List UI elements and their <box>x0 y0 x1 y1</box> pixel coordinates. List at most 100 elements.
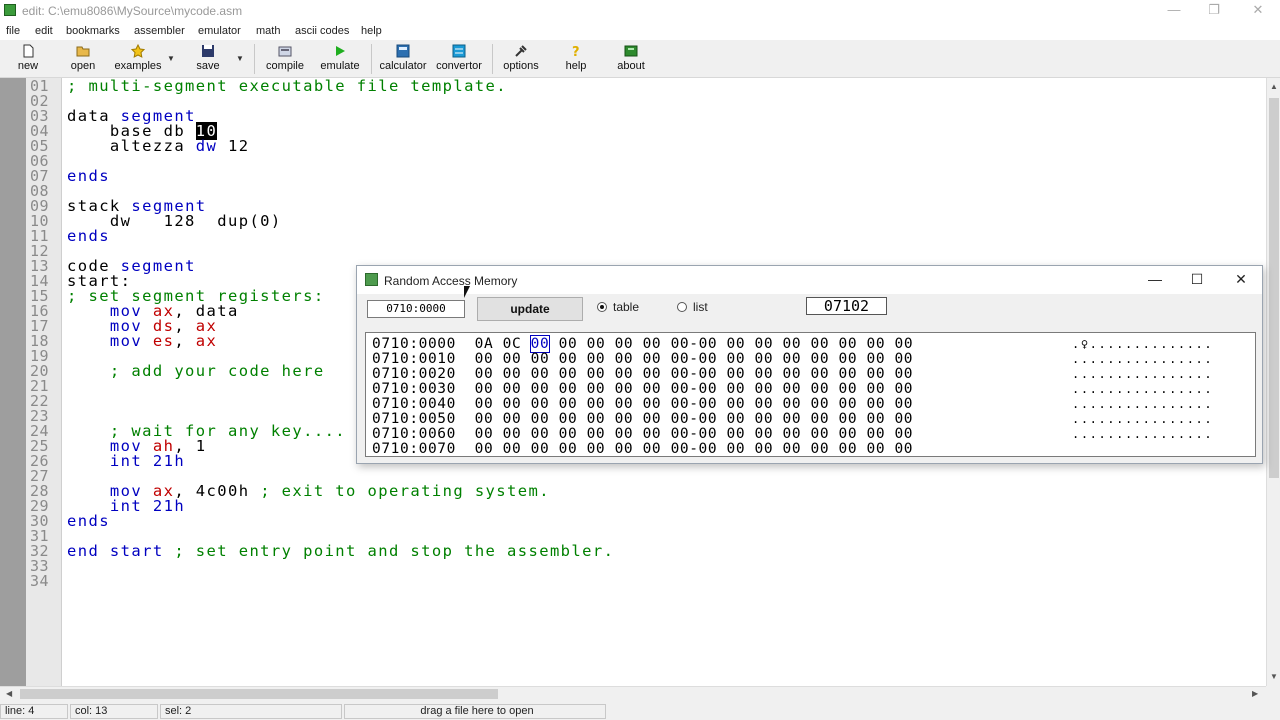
ram-close-button[interactable]: ✕ <box>1221 270 1261 290</box>
ram-window: Random Access Memory — ☐ ✕ 0710:0000 upd… <box>356 265 1263 464</box>
save-button[interactable]: save <box>188 43 228 77</box>
question-mark-icon: ? <box>572 45 580 58</box>
scroll-down-icon[interactable]: ▼ <box>1270 672 1278 681</box>
menu-help[interactable]: help <box>361 25 382 37</box>
about-label: about <box>617 60 645 72</box>
memory-ascii: ................ <box>1072 412 1214 426</box>
emulate-label: emulate <box>320 60 360 72</box>
memory-address: 0710:0050 <box>372 411 456 427</box>
memory-address: 0710:0020 <box>372 366 456 382</box>
memory-bytes: 00 00 00 00 00 00 00 00-00 00 00 00 00 0… <box>474 411 914 427</box>
address-input[interactable]: 0710:0000 <box>367 300 465 318</box>
memory-ascii: ................ <box>1072 397 1214 411</box>
open-button[interactable]: open <box>62 43 104 77</box>
calculator-button[interactable]: calculator <box>376 43 430 77</box>
vertical-scrollbar[interactable]: ▲ ▼ <box>1266 78 1280 686</box>
horizontal-scrollbar[interactable]: ◀ ▶ <box>0 686 1266 700</box>
memory-ascii: ................ <box>1072 382 1214 396</box>
title-bar: edit: C:\emu8086\MySource\mycode.asm — ❐… <box>0 0 1280 22</box>
memory-dump-table[interactable]: 0710:0000 0A 0C 00 00 00 00 00 00-00 00 … <box>365 332 1256 457</box>
options-button[interactable]: options <box>498 43 544 77</box>
help-label: help <box>565 60 587 72</box>
toolbar-separator <box>492 44 493 74</box>
save-dropdown-icon[interactable]: ▼ <box>236 54 244 63</box>
new-file-icon <box>23 44 34 58</box>
memory-bytes: 00 00 00 00 00 00 00 00-00 00 00 00 00 0… <box>474 366 914 382</box>
menu-edit[interactable]: edit <box>35 25 53 37</box>
memory-ascii: ................ <box>1072 427 1214 441</box>
minimize-button[interactable]: — <box>1154 2 1194 20</box>
memory-row: 0710:0030 00 00 00 00 00 00 00 00-00 00 … <box>372 382 913 397</box>
examples-dropdown-icon[interactable]: ▼ <box>167 54 175 63</box>
examples-button[interactable]: examples <box>112 43 164 77</box>
memory-ascii: ................ <box>1072 367 1214 381</box>
vertical-scroll-thumb[interactable] <box>1269 98 1279 478</box>
code-token: , <box>174 332 196 350</box>
toolbar-separator <box>254 44 255 74</box>
emulate-button[interactable]: emulate <box>316 43 364 77</box>
gutter-stripe <box>0 78 26 686</box>
compile-button[interactable]: compile <box>262 43 308 77</box>
ram-maximize-button[interactable]: ☐ <box>1177 270 1217 290</box>
memory-address: 0710:0070 <box>372 441 456 457</box>
new-button[interactable]: new <box>10 43 46 77</box>
about-icon <box>624 45 638 57</box>
svg-text:?: ? <box>572 45 580 58</box>
toolbar: new open examples ▼ save ▼ compile emula… <box>0 40 1280 78</box>
code-register: ax <box>195 332 218 350</box>
code-keyword: segment <box>120 257 196 275</box>
memory-address: 0710:0060 <box>372 426 456 442</box>
memory-value-display: 07102 <box>806 297 887 315</box>
play-icon <box>336 46 345 56</box>
scroll-right-icon[interactable]: ▶ <box>1252 689 1258 698</box>
update-button[interactable]: update <box>477 297 583 321</box>
convertor-button[interactable]: convertor <box>432 43 486 77</box>
memory-address: 0710:0010 <box>372 351 456 367</box>
scroll-up-icon[interactable]: ▲ <box>1270 82 1278 91</box>
code-line: ; add your code here <box>67 362 325 380</box>
maximize-button[interactable]: ❐ <box>1194 2 1234 20</box>
code-comment: ; exit to operating system. <box>260 482 550 500</box>
menu-math[interactable]: math <box>256 25 280 37</box>
menu-ascii-codes[interactable]: ascii codes <box>295 25 349 37</box>
code-line: mov es, ax <box>67 332 218 350</box>
close-button[interactable]: ✕ <box>1238 2 1278 20</box>
code-line: ends <box>67 228 110 244</box>
memory-bytes: 00 00 00 00 00 00 00 00-00 00 00 00 00 0… <box>474 351 914 367</box>
code-keyword: end start <box>67 542 175 560</box>
memory-ascii: ................ <box>1072 352 1214 366</box>
code-comment: ; add your code here <box>67 362 325 380</box>
menu-emulator[interactable]: emulator <box>198 25 241 37</box>
menu-assembler[interactable]: assembler <box>134 25 185 37</box>
radio-selected-icon <box>597 302 607 312</box>
code-line: ; multi-segment executable file template… <box>67 78 507 94</box>
help-button[interactable]: ? help <box>556 43 596 77</box>
new-label: new <box>17 60 39 72</box>
memory-bytes: 0A 0C <box>474 336 531 352</box>
code-token: 12 <box>217 137 250 155</box>
selected-byte[interactable]: 00 <box>529 335 551 353</box>
memory-row: 0710:0040 00 00 00 00 00 00 00 00-00 00 … <box>372 397 913 412</box>
menu-bookmarks[interactable]: bookmarks <box>66 25 120 37</box>
code-keyword: ends <box>67 512 110 530</box>
ram-title-bar: Random Access Memory — ☐ ✕ <box>357 266 1262 294</box>
convertor-icon <box>452 44 466 58</box>
status-col: col: 13 <box>70 704 158 719</box>
memory-address: 0710:0000 <box>372 336 456 352</box>
list-radio[interactable]: list <box>677 300 708 314</box>
memory-row: 0710:0070 00 00 00 00 00 00 00 00-00 00 … <box>372 442 913 457</box>
ram-minimize-button[interactable]: — <box>1135 270 1175 290</box>
table-radio[interactable]: table <box>597 300 639 314</box>
floppy-disk-icon <box>202 45 214 57</box>
compile-label: compile <box>266 60 304 72</box>
horizontal-scroll-thumb[interactable] <box>20 689 498 699</box>
compile-icon <box>278 46 292 57</box>
scroll-left-icon[interactable]: ◀ <box>6 689 12 698</box>
code-register: es <box>152 332 175 350</box>
list-radio-label: list <box>693 300 708 314</box>
wrench-icon <box>515 45 527 57</box>
ram-window-title: Random Access Memory <box>384 274 518 288</box>
memory-bytes: 00 00 00 00 00 00 00 00-00 00 00 00 00 0… <box>474 396 914 412</box>
about-button[interactable]: about <box>610 43 652 77</box>
menu-file[interactable]: file <box>6 25 20 37</box>
